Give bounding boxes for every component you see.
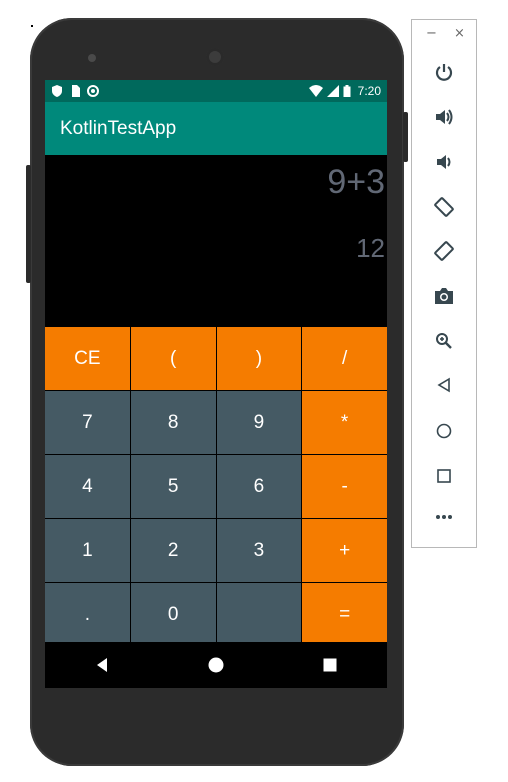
key-decimal[interactable]: . (45, 583, 130, 646)
nav-recents-icon[interactable] (322, 657, 338, 673)
key-0[interactable]: 0 (130, 583, 216, 646)
camera-icon[interactable] (412, 287, 476, 305)
minimize-button[interactable]: − (426, 26, 437, 41)
key-3[interactable]: 3 (216, 519, 302, 582)
earpiece-speaker (206, 48, 224, 66)
volume-side-button (26, 165, 31, 283)
zoom-icon[interactable] (412, 332, 476, 350)
front-camera (88, 54, 96, 62)
key-7[interactable]: 7 (45, 391, 130, 454)
key-close-paren[interactable]: ) (216, 327, 302, 390)
key-equals[interactable]: = (302, 583, 387, 646)
key-2[interactable]: 2 (130, 519, 216, 582)
rotate-left-icon[interactable] (412, 196, 476, 218)
volume-down-icon[interactable] (412, 152, 476, 172)
wifi-icon (308, 85, 323, 97)
nav-bar (45, 642, 387, 688)
circle-icon (87, 85, 99, 97)
key-blank[interactable] (216, 583, 302, 646)
key-subtract[interactable]: - (302, 455, 387, 518)
app-title: KotlinTestApp (60, 117, 177, 139)
home-icon[interactable] (412, 423, 476, 439)
back-icon[interactable] (412, 377, 476, 393)
power-side-button (403, 112, 408, 162)
key-8[interactable]: 8 (130, 391, 216, 454)
shield-icon (52, 85, 62, 97)
key-6[interactable]: 6 (216, 455, 302, 518)
more-icon[interactable] (412, 514, 476, 520)
key-1[interactable]: 1 (45, 519, 130, 582)
key-5[interactable]: 5 (130, 455, 216, 518)
signal-icon (326, 85, 339, 97)
key-multiply[interactable]: * (302, 391, 387, 454)
key-4[interactable]: 4 (45, 455, 130, 518)
nav-back-icon[interactable] (94, 657, 110, 673)
key-divide[interactable]: / (302, 327, 387, 390)
keypad: CE ( ) / 7 8 9 * 4 5 6 - 1 2 3 + . 0 = (45, 327, 387, 646)
rotate-right-icon[interactable] (412, 240, 476, 262)
power-icon[interactable] (412, 62, 476, 82)
calculator-display: 9+3 12 (45, 155, 387, 327)
emulator-toolbar: − × (411, 19, 477, 548)
status-time: 7:20 (357, 84, 381, 98)
key-9[interactable]: 9 (216, 391, 302, 454)
key-ce[interactable]: CE (45, 327, 130, 390)
overview-icon[interactable] (412, 468, 476, 484)
battery-icon (343, 85, 351, 97)
stray-dot (31, 25, 33, 27)
nav-home-icon[interactable] (208, 657, 224, 673)
app-toolbar: KotlinTestApp (45, 102, 387, 155)
close-button[interactable]: × (454, 26, 465, 41)
volume-up-icon[interactable] (412, 107, 476, 127)
result-text: 12 (356, 233, 385, 263)
status-bar: 7:20 (45, 80, 387, 102)
key-add[interactable]: + (302, 519, 387, 582)
key-open-paren[interactable]: ( (130, 327, 216, 390)
expression-text: 9+3 (327, 163, 385, 201)
sim-icon (72, 85, 80, 97)
device-screen: 7:20 KotlinTestApp 9+3 12 CE ( ) / 7 8 9… (45, 80, 387, 688)
